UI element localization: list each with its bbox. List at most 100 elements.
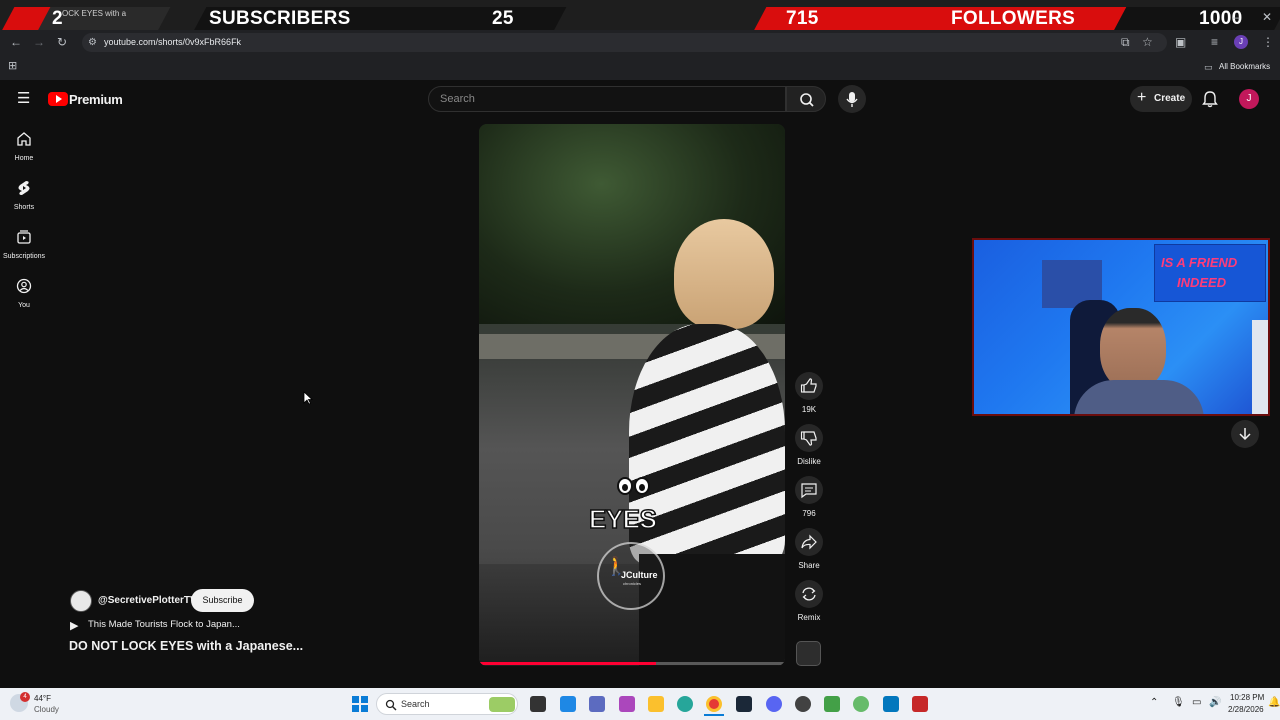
teams-icon[interactable] — [589, 696, 605, 712]
steam-icon[interactable] — [736, 696, 752, 712]
search-input[interactable]: Search — [428, 86, 786, 112]
close-window-icon[interactable]: ✕ — [1262, 10, 1272, 24]
weather-temp[interactable]: 44°F — [34, 694, 51, 703]
video-progress-track[interactable] — [479, 662, 785, 665]
subscribe-button[interactable]: Subscribe — [191, 589, 254, 612]
show-hidden-icons-icon[interactable]: ⌃ — [1150, 697, 1158, 708]
clock-time[interactable]: 10:28 PM — [1230, 693, 1264, 702]
nav-item-home[interactable]: Home — [0, 131, 48, 162]
search-button[interactable] — [786, 86, 826, 112]
create-button[interactable]: + Create — [1130, 86, 1192, 112]
followers-label: FOLLOWERS — [951, 8, 1076, 29]
all-bookmarks-link[interactable]: All Bookmarks — [1219, 62, 1270, 71]
share-arrow-icon — [801, 534, 817, 550]
shorts-icon — [18, 181, 30, 195]
premium-logo-text[interactable]: Premium — [69, 92, 123, 107]
reload-icon[interactable]: ↻ — [57, 35, 67, 49]
browser-profile-avatar[interactable]: J — [1234, 35, 1248, 49]
related-playlist-link[interactable]: This Made Tourists Flock to Japan... — [88, 619, 240, 630]
extensions-icon[interactable]: ▣ — [1175, 35, 1186, 49]
like-count: 19K — [801, 405, 817, 414]
install-app-icon[interactable]: ⧉ — [1121, 35, 1130, 49]
play-icon: ▶ — [70, 620, 79, 632]
chrome-active-indicator — [704, 714, 724, 716]
remix-button[interactable] — [795, 580, 823, 608]
nav-item-subscriptions[interactable]: Subscriptions — [0, 229, 48, 260]
nav-item-shorts[interactable]: Shorts — [0, 180, 48, 211]
watermark-sub: chronicles — [623, 581, 642, 586]
app-icon-blue[interactable] — [883, 696, 899, 712]
search-highlight-image — [489, 697, 515, 712]
forward-icon[interactable]: → — [33, 35, 45, 49]
comment-count: 796 — [802, 509, 816, 518]
wall-sign: IS A FRIEND INDEED — [1154, 244, 1266, 302]
bookmark-star-icon[interactable]: ☆ — [1142, 35, 1153, 49]
app-icon-red[interactable] — [912, 696, 928, 712]
weather-desc[interactable]: Cloudy — [34, 705, 59, 714]
chrome-icon[interactable] — [706, 696, 722, 712]
subscriptions-icon — [17, 230, 31, 244]
channel-name[interactable]: @SecretivePlotterTV — [98, 595, 197, 606]
eye-emoji-left — [617, 477, 633, 495]
apps-grid-icon[interactable]: ⊞ — [8, 59, 17, 73]
thumbs-up-icon — [800, 378, 817, 393]
copilot-icon[interactable] — [619, 696, 635, 712]
subscribers-goal: 25 — [492, 8, 514, 29]
youtube-logo-icon[interactable] — [48, 92, 68, 106]
like-button[interactable] — [795, 372, 823, 400]
user-avatar[interactable]: J — [1239, 89, 1259, 109]
taskbar-search-box[interactable]: Search — [376, 693, 518, 715]
notification-center-icon[interactable]: 🔔 — [1268, 697, 1280, 708]
nav-label-shorts: Shorts — [13, 204, 35, 211]
wall-sign-text-2: INDEED — [1177, 275, 1227, 290]
app-icon-green[interactable] — [853, 696, 869, 712]
next-short-button[interactable] — [1231, 420, 1259, 448]
taskbar-search-icon — [385, 699, 397, 711]
task-view-icon[interactable] — [530, 696, 546, 712]
microphone-tray-icon[interactable]: 🎙 — [1172, 697, 1185, 708]
site-info-icon[interactable]: ⚙ — [88, 36, 97, 50]
back-icon[interactable]: ← — [10, 35, 22, 49]
url-text[interactable]: youtube.com/shorts/0v9xFbR66Fk — [104, 37, 241, 47]
search-placeholder: Search — [440, 93, 475, 105]
address-bar[interactable] — [82, 33, 1167, 52]
obs-icon[interactable] — [795, 696, 811, 712]
minimize-icon[interactable]: – — [1233, 10, 1240, 24]
reading-list-icon[interactable]: ≡ — [1211, 35, 1218, 49]
microsoft-store-icon[interactable] — [560, 696, 576, 712]
volume-icon[interactable]: 🔊 — [1209, 697, 1221, 708]
weather-badge: 4 — [20, 692, 30, 702]
tab-title: OCK EYES with a — [62, 9, 127, 18]
share-button[interactable] — [795, 528, 823, 556]
subscribers-label: SUBSCRIBERS — [209, 8, 351, 29]
video-hair — [674, 219, 774, 329]
edge-icon[interactable] — [677, 696, 693, 712]
file-explorer-icon[interactable] — [648, 696, 664, 712]
home-icon — [17, 132, 31, 146]
dislike-button[interactable] — [795, 424, 823, 452]
short-title[interactable]: DO NOT LOCK EYES with a Japanese... — [69, 639, 303, 653]
notifications-bell-icon[interactable] — [1202, 90, 1218, 108]
remix-label: Remix — [797, 613, 821, 622]
voice-search-button[interactable] — [838, 85, 866, 113]
you-icon — [16, 278, 32, 294]
browser-menu-icon[interactable]: ⋮ — [1262, 35, 1274, 49]
nav-item-you[interactable]: You — [0, 278, 48, 309]
start-button[interactable] — [352, 696, 368, 712]
channel-avatar[interactable] — [70, 590, 92, 612]
nav-label-home: Home — [14, 155, 34, 162]
network-icon[interactable]: ▭ — [1192, 697, 1201, 708]
discord-icon[interactable] — [766, 696, 782, 712]
short-video-player[interactable]: EYES 🚶 JCulture chronicles — [479, 124, 785, 666]
followers-goal-panel — [1113, 7, 1280, 31]
clock-date[interactable]: 2/28/2026 — [1228, 705, 1264, 714]
sound-channel-thumbnail[interactable] — [796, 641, 821, 666]
create-label: Create — [1154, 93, 1186, 104]
comments-button[interactable] — [795, 476, 823, 504]
hamburger-menu-icon[interactable]: ☰ — [17, 91, 30, 107]
xbox-icon[interactable] — [824, 696, 840, 712]
thumbs-down-icon — [800, 431, 817, 446]
overlay-left-count: 2 — [52, 8, 63, 29]
jculture-watermark: 🚶 JCulture chronicles — [597, 542, 665, 610]
microphone-icon — [846, 92, 858, 107]
